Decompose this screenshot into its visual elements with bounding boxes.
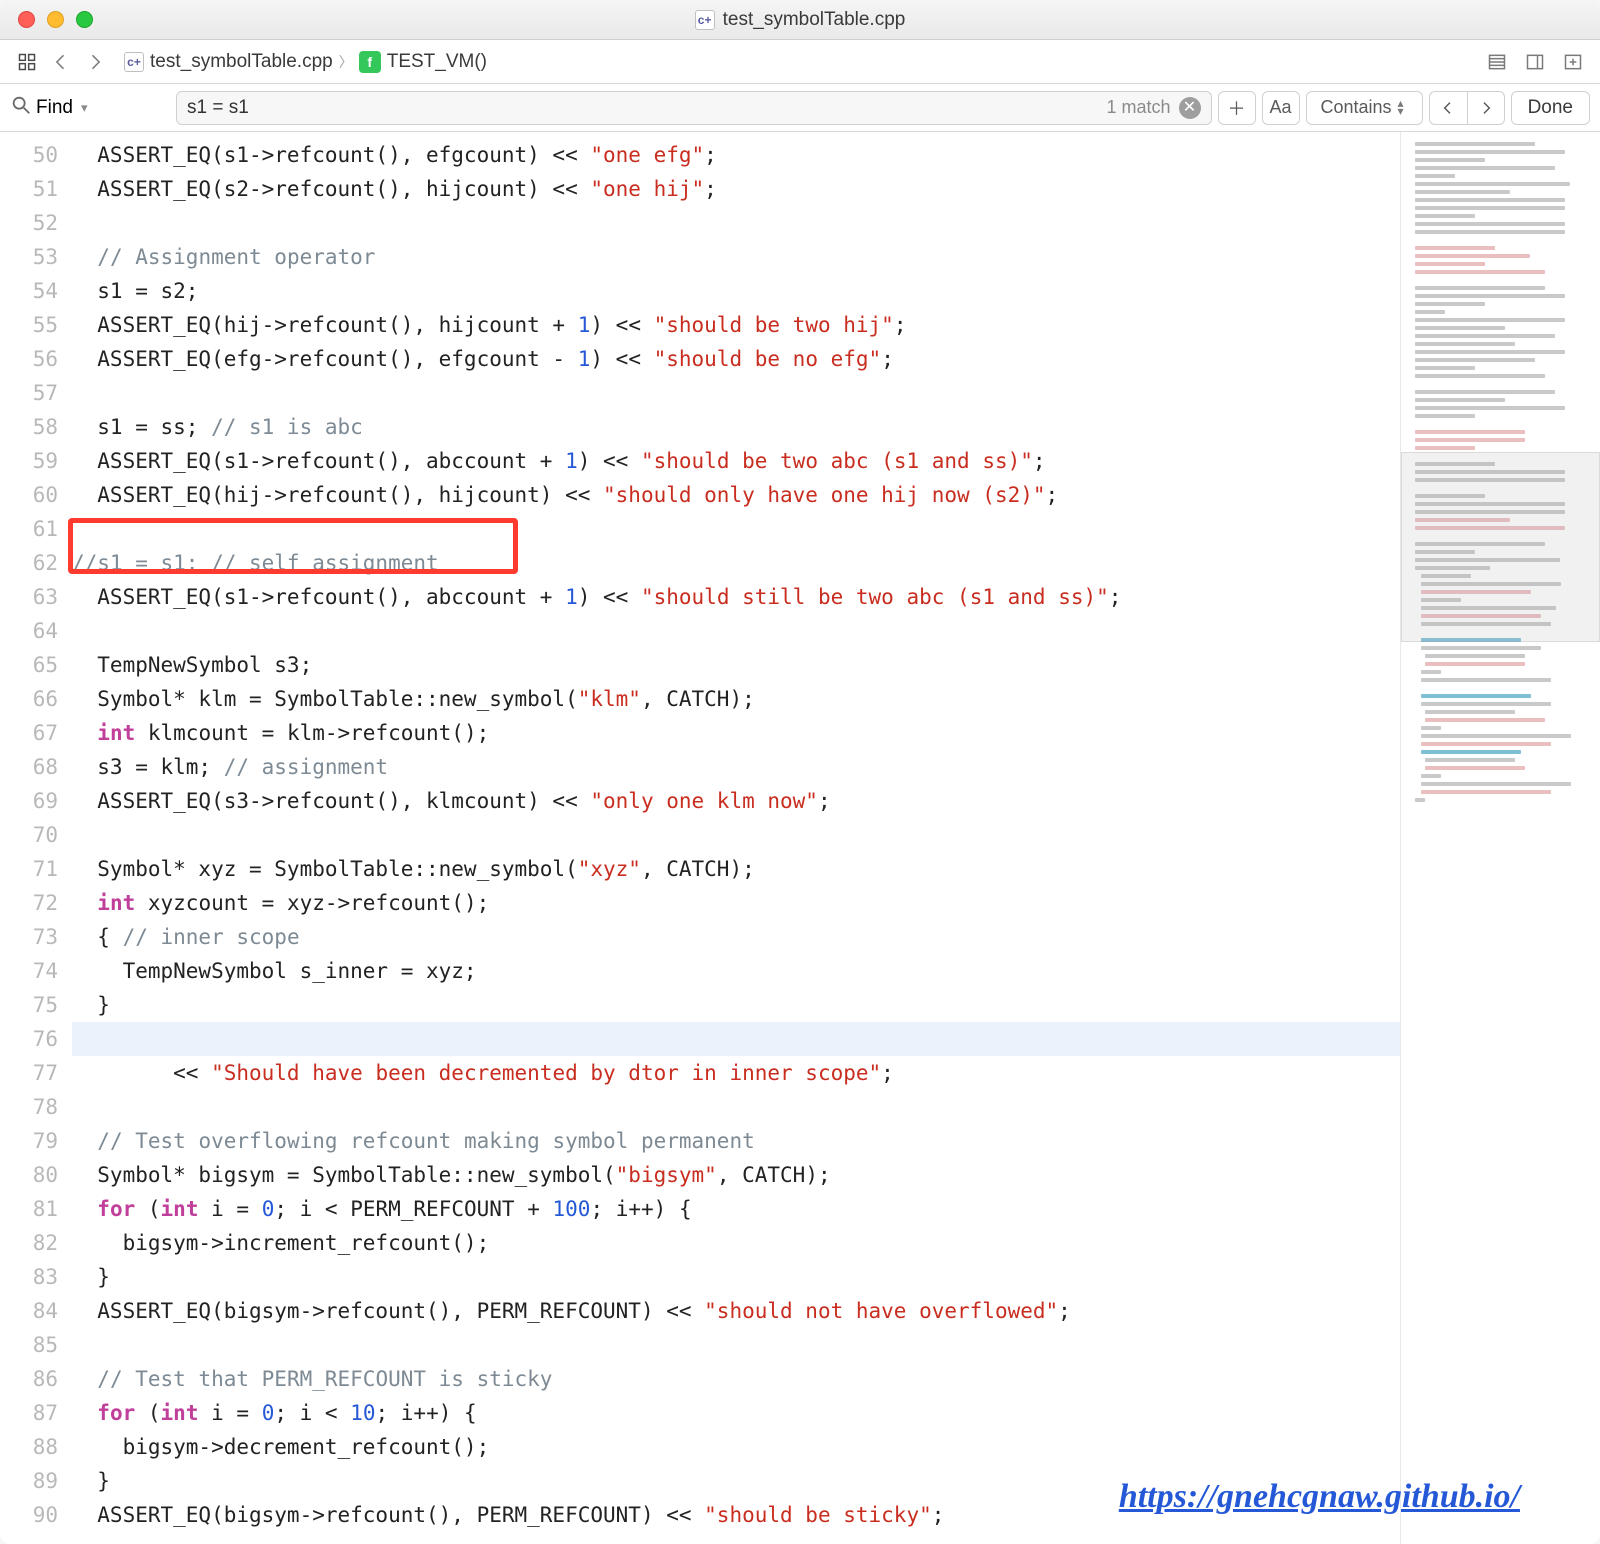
insert-pattern-button[interactable]: ＋ bbox=[1218, 91, 1256, 125]
main-area: 5051525354555657585960616263646566676869… bbox=[0, 132, 1600, 1544]
add-editor-button[interactable] bbox=[1558, 47, 1588, 77]
editor-layout-button-1[interactable] bbox=[1482, 47, 1512, 77]
close-window-button[interactable] bbox=[18, 11, 35, 28]
cpp-file-icon: c+ bbox=[695, 10, 715, 30]
chevron-right-icon: 〉 bbox=[339, 52, 353, 72]
select-chevron-icon: ▴▾ bbox=[1398, 100, 1404, 114]
find-input[interactable] bbox=[187, 97, 1106, 119]
find-nav-segment bbox=[1429, 91, 1505, 125]
code-area[interactable]: ASSERT_EQ(s1->refcount(), efgcount) << "… bbox=[72, 132, 1400, 1544]
find-next-button[interactable] bbox=[1467, 91, 1505, 125]
match-count-label: 1 match bbox=[1106, 97, 1170, 118]
window-controls bbox=[18, 11, 93, 28]
breadcrumb[interactable]: c+ test_symbolTable.cpp 〉 f TEST_VM() bbox=[124, 51, 487, 73]
watermark-link[interactable]: https://gnehcgnaw.github.io/ bbox=[1119, 1478, 1520, 1516]
case-sensitive-toggle[interactable]: Aa bbox=[1262, 91, 1300, 125]
breadcrumb-symbol[interactable]: TEST_VM() bbox=[387, 51, 487, 73]
find-prev-button[interactable] bbox=[1429, 91, 1467, 125]
find-input-container: 1 match ✕ bbox=[176, 91, 1212, 125]
minimap[interactable] bbox=[1400, 132, 1600, 1544]
titlebar: c+ test_symbolTable.cpp bbox=[0, 0, 1600, 40]
navigation-toolbar: c+ test_symbolTable.cpp 〉 f TEST_VM() bbox=[0, 40, 1600, 84]
find-done-button[interactable]: Done bbox=[1511, 91, 1590, 125]
function-badge-icon: f bbox=[359, 51, 381, 73]
back-button[interactable] bbox=[46, 47, 76, 77]
title-center: c+ test_symbolTable.cpp bbox=[0, 9, 1600, 31]
search-icon bbox=[10, 94, 32, 122]
find-bar: Find ▾ 1 match ✕ ＋ Aa Contains ▴▾ Done bbox=[0, 84, 1600, 132]
match-mode-label: Contains bbox=[1321, 97, 1392, 118]
code-editor[interactable]: 5051525354555657585960616263646566676869… bbox=[0, 132, 1400, 1544]
find-label[interactable]: Find bbox=[36, 97, 73, 119]
chevron-down-icon[interactable]: ▾ bbox=[81, 100, 88, 116]
clear-search-icon[interactable]: ✕ bbox=[1179, 97, 1201, 119]
editor-layout-button-2[interactable] bbox=[1520, 47, 1550, 77]
line-gutter: 5051525354555657585960616263646566676869… bbox=[0, 132, 72, 1544]
breadcrumb-file[interactable]: test_symbolTable.cpp bbox=[150, 51, 333, 73]
match-mode-select[interactable]: Contains ▴▾ bbox=[1306, 91, 1423, 125]
editor-window: c+ test_symbolTable.cpp c+ test_symbolTa… bbox=[0, 0, 1600, 1544]
related-items-button[interactable] bbox=[12, 47, 42, 77]
window-title: test_symbolTable.cpp bbox=[723, 9, 906, 31]
zoom-window-button[interactable] bbox=[76, 11, 93, 28]
cpp-file-icon: c+ bbox=[124, 52, 144, 72]
forward-button[interactable] bbox=[80, 47, 110, 77]
minimize-window-button[interactable] bbox=[47, 11, 64, 28]
